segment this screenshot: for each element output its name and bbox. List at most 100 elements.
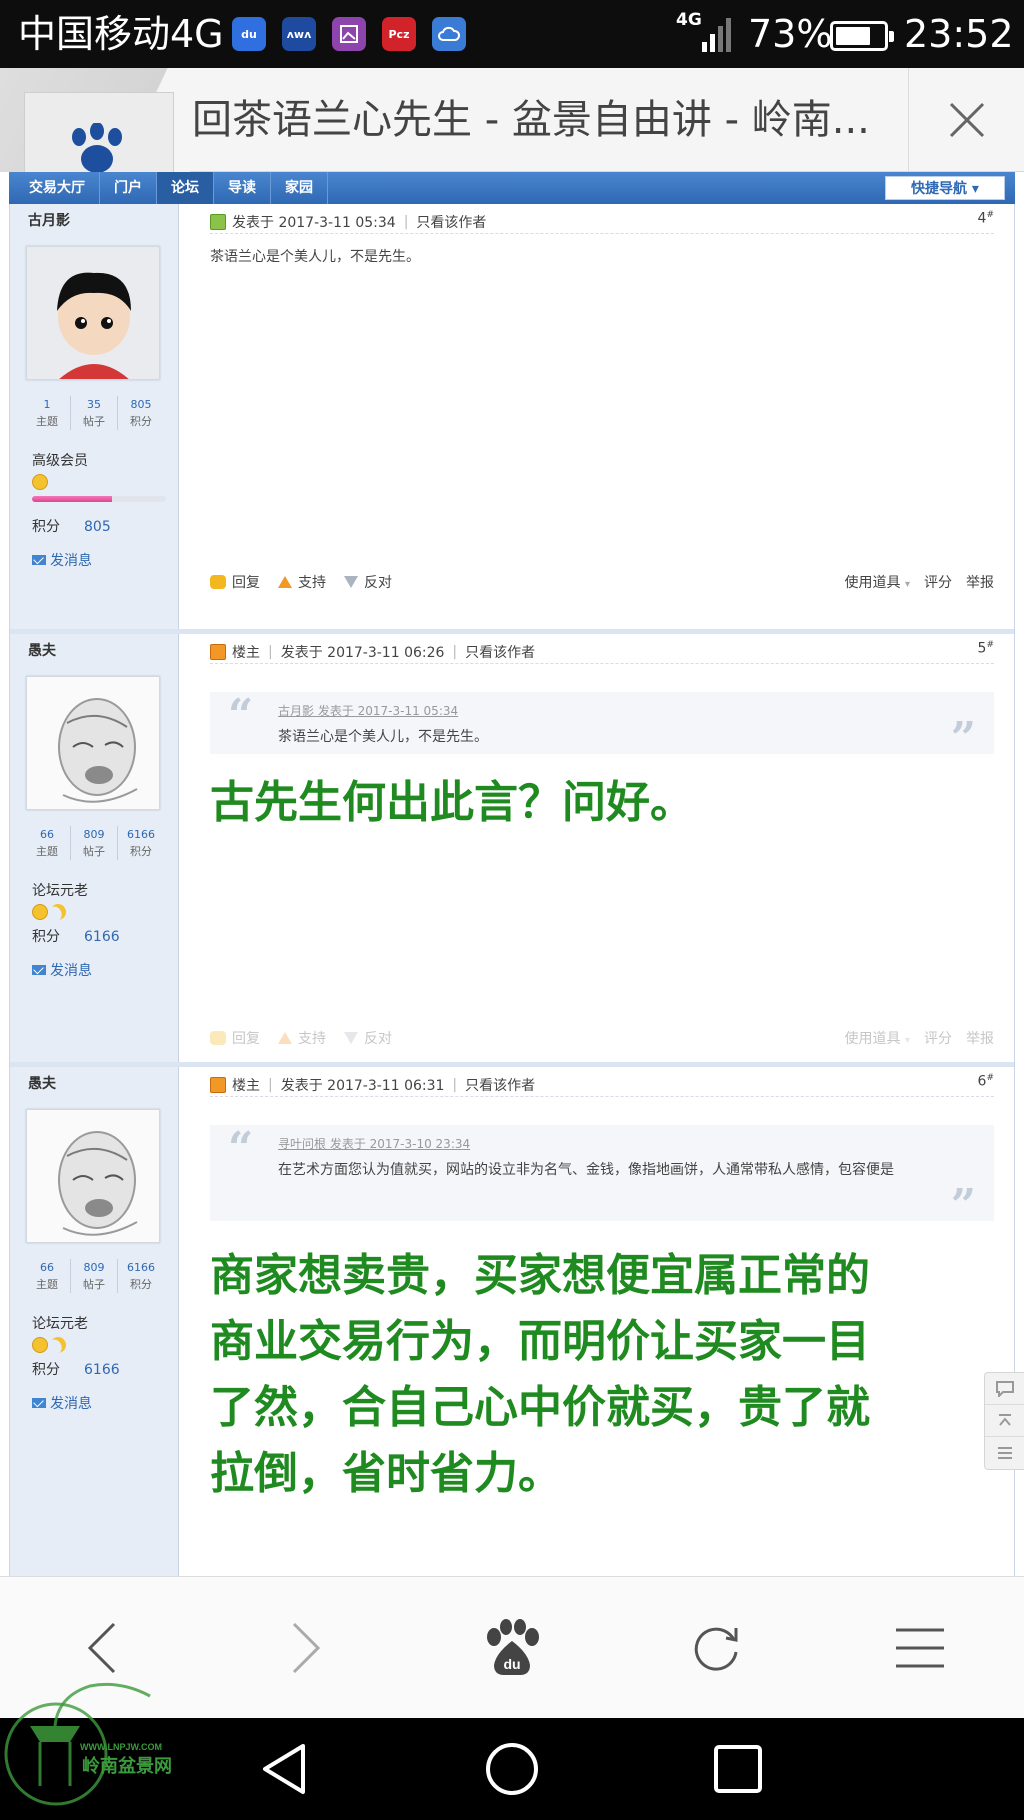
- quick-nav-button[interactable]: 快捷导航 ▾: [885, 176, 1005, 200]
- android-back-button[interactable]: [224, 1718, 344, 1820]
- site-nav: 交易大厅 门户 论坛 导读 家园 快捷导航 ▾: [9, 172, 1015, 204]
- post-author-panel: 古月影 1 主题 35 帖子 805 积分 高级会员 积分 805 发消息: [10, 204, 179, 629]
- author-name[interactable]: 古月影: [28, 210, 70, 230]
- avatar-cartoon-icon: [27, 247, 159, 379]
- close-button[interactable]: [908, 68, 1024, 172]
- reply-button[interactable]: 回复: [210, 1028, 260, 1048]
- stat-topics[interactable]: 66 主题: [24, 1259, 71, 1293]
- nav-item-portal[interactable]: 门户: [100, 172, 157, 204]
- quote-source-link[interactable]: 古月影 发表于 2017-3-11 05:34: [278, 702, 974, 719]
- nav-item-trade-hall[interactable]: 交易大厅: [15, 172, 100, 204]
- down-arrow-icon: [344, 1032, 358, 1044]
- reply-button[interactable]: 回复: [210, 572, 260, 592]
- stat-points[interactable]: 805 积分: [118, 396, 164, 430]
- use-tools-button[interactable]: 使用道具 ▾: [845, 1028, 910, 1048]
- menu-button[interactable]: [818, 1577, 1022, 1719]
- quote-source-link[interactable]: 寻叶问根 发表于 2017-3-10 23:34: [278, 1135, 934, 1152]
- only-author-link[interactable]: 只看该作者: [465, 1075, 535, 1095]
- thread: 古月影 1 主题 35 帖子 805 积分 高级会员 积分 805 发消息 发表…: [9, 204, 1015, 1576]
- floor-number[interactable]: 5#: [978, 640, 994, 657]
- android-home-button[interactable]: [452, 1718, 572, 1820]
- stat-label: 积分: [130, 845, 152, 858]
- refresh-button[interactable]: [614, 1577, 818, 1719]
- post-actions: 回复 支持 反对 使用道具 ▾ 评分 举报: [210, 1026, 994, 1050]
- post-6: 愚夫 66 主题 809 帖子 6166 积分 论坛元老 积分 6166 发消息: [10, 1067, 1014, 1576]
- support-button[interactable]: 支持: [278, 572, 326, 592]
- score: 积分 6166: [32, 926, 120, 946]
- down-arrow-icon: [344, 576, 358, 588]
- scroll-top-icon[interactable]: [985, 1405, 1024, 1437]
- android-recents-button[interactable]: [678, 1718, 798, 1820]
- use-tools-button[interactable]: 使用道具 ▾: [845, 572, 910, 592]
- floating-toolbar: [984, 1372, 1024, 1470]
- stat-posts[interactable]: 809 帖子: [71, 1259, 118, 1293]
- oppose-button[interactable]: 反对: [344, 572, 392, 592]
- avatar[interactable]: [26, 246, 160, 380]
- stat-posts[interactable]: 809 帖子: [71, 826, 118, 860]
- rank-progress-bar: [32, 496, 166, 502]
- site-thumbnail[interactable]: [0, 68, 190, 173]
- quick-nav-label: 快捷导航: [911, 181, 968, 197]
- post-body: 商家想卖贵，买家想便宜属正常的 商业交易行为，而明价让买家一目 了然，合自己心中…: [210, 1243, 976, 1507]
- send-message-link[interactable]: 发消息: [32, 1393, 92, 1413]
- rate-button[interactable]: 评分: [924, 1028, 952, 1048]
- post-body-line: 了然，合自己心中价就买，贵了就: [210, 1382, 870, 1433]
- floor-number[interactable]: 4#: [978, 210, 994, 227]
- moon-icon: [47, 1334, 69, 1356]
- baidu-home-button[interactable]: du: [410, 1577, 614, 1719]
- battery-percent: 73%: [748, 12, 833, 56]
- owner-icon: [210, 1076, 226, 1093]
- author-name[interactable]: 愚夫: [28, 1073, 56, 1093]
- stat-topics[interactable]: 1 主题: [24, 396, 71, 430]
- stat-value: 6166: [127, 1261, 155, 1274]
- support-button[interactable]: 支持: [278, 1028, 326, 1048]
- stat-label: 主题: [36, 415, 58, 428]
- stat-posts[interactable]: 35 帖子: [71, 396, 118, 430]
- owner-label: 楼主: [232, 644, 260, 661]
- owner-icon: [210, 643, 226, 660]
- stat-label: 积分: [130, 415, 152, 428]
- report-button[interactable]: 举报: [966, 572, 994, 592]
- envelope-icon: [32, 1398, 46, 1408]
- cloud-app-icon: [432, 17, 466, 51]
- quote-block: “ 古月影 发表于 2017-3-11 05:34 茶语兰心是个美人儿，不是先生…: [210, 692, 994, 764]
- battery-icon: [830, 21, 894, 51]
- close-icon: [949, 102, 984, 138]
- stat-topics[interactable]: 66 主题: [24, 826, 71, 860]
- send-message-link[interactable]: 发消息: [32, 550, 92, 570]
- oppose-button[interactable]: 反对: [344, 1028, 392, 1048]
- list-icon[interactable]: [985, 1437, 1024, 1469]
- thumb-up-arrow-icon: [278, 576, 292, 588]
- post-body: 古先生何出此言？问好。: [210, 777, 694, 828]
- quote-close-icon: ”: [950, 713, 976, 764]
- stat-label: 主题: [36, 845, 58, 858]
- avatar[interactable]: [26, 676, 160, 810]
- floor-number[interactable]: 6#: [978, 1073, 994, 1090]
- forward-button[interactable]: [204, 1577, 408, 1719]
- stat-label: 主题: [36, 1278, 58, 1291]
- status-bar: 中国移动4G du ᴧᴡᴧ Pcz 4G 73% 23:52: [0, 0, 1024, 68]
- back-button[interactable]: [0, 1577, 204, 1719]
- send-message-link[interactable]: 发消息: [32, 960, 92, 980]
- nav-item-home[interactable]: 家园: [271, 172, 328, 204]
- android-back-icon: [263, 1744, 305, 1794]
- gallery-app-icon: [332, 17, 366, 51]
- post-content: 楼主 | 发表于 2017-3-11 06:26 | 只看该作者 5# “ 古月…: [180, 634, 1014, 1062]
- nav-item-forum[interactable]: 论坛: [157, 172, 214, 204]
- forward-icon: [292, 1622, 321, 1674]
- author-name[interactable]: 愚夫: [28, 640, 56, 660]
- nav-item-guide[interactable]: 导读: [214, 172, 271, 204]
- post-body-line: 拉倒，省时省力。: [210, 1448, 562, 1499]
- post-time: 发表于 2017-3-11 06:26: [280, 644, 445, 661]
- rate-button[interactable]: 评分: [924, 572, 952, 592]
- report-button[interactable]: 举报: [966, 1028, 994, 1048]
- stat-value: 66: [40, 1261, 54, 1274]
- stat-points[interactable]: 6166 积分: [118, 1259, 164, 1293]
- avatar[interactable]: [26, 1109, 160, 1243]
- comment-icon[interactable]: [985, 1373, 1024, 1405]
- back-icon: [87, 1622, 116, 1674]
- only-author-link[interactable]: 只看该作者: [416, 212, 486, 232]
- stat-points[interactable]: 6166 积分: [118, 826, 164, 860]
- stat-value: 805: [130, 398, 152, 411]
- only-author-link[interactable]: 只看该作者: [465, 642, 535, 662]
